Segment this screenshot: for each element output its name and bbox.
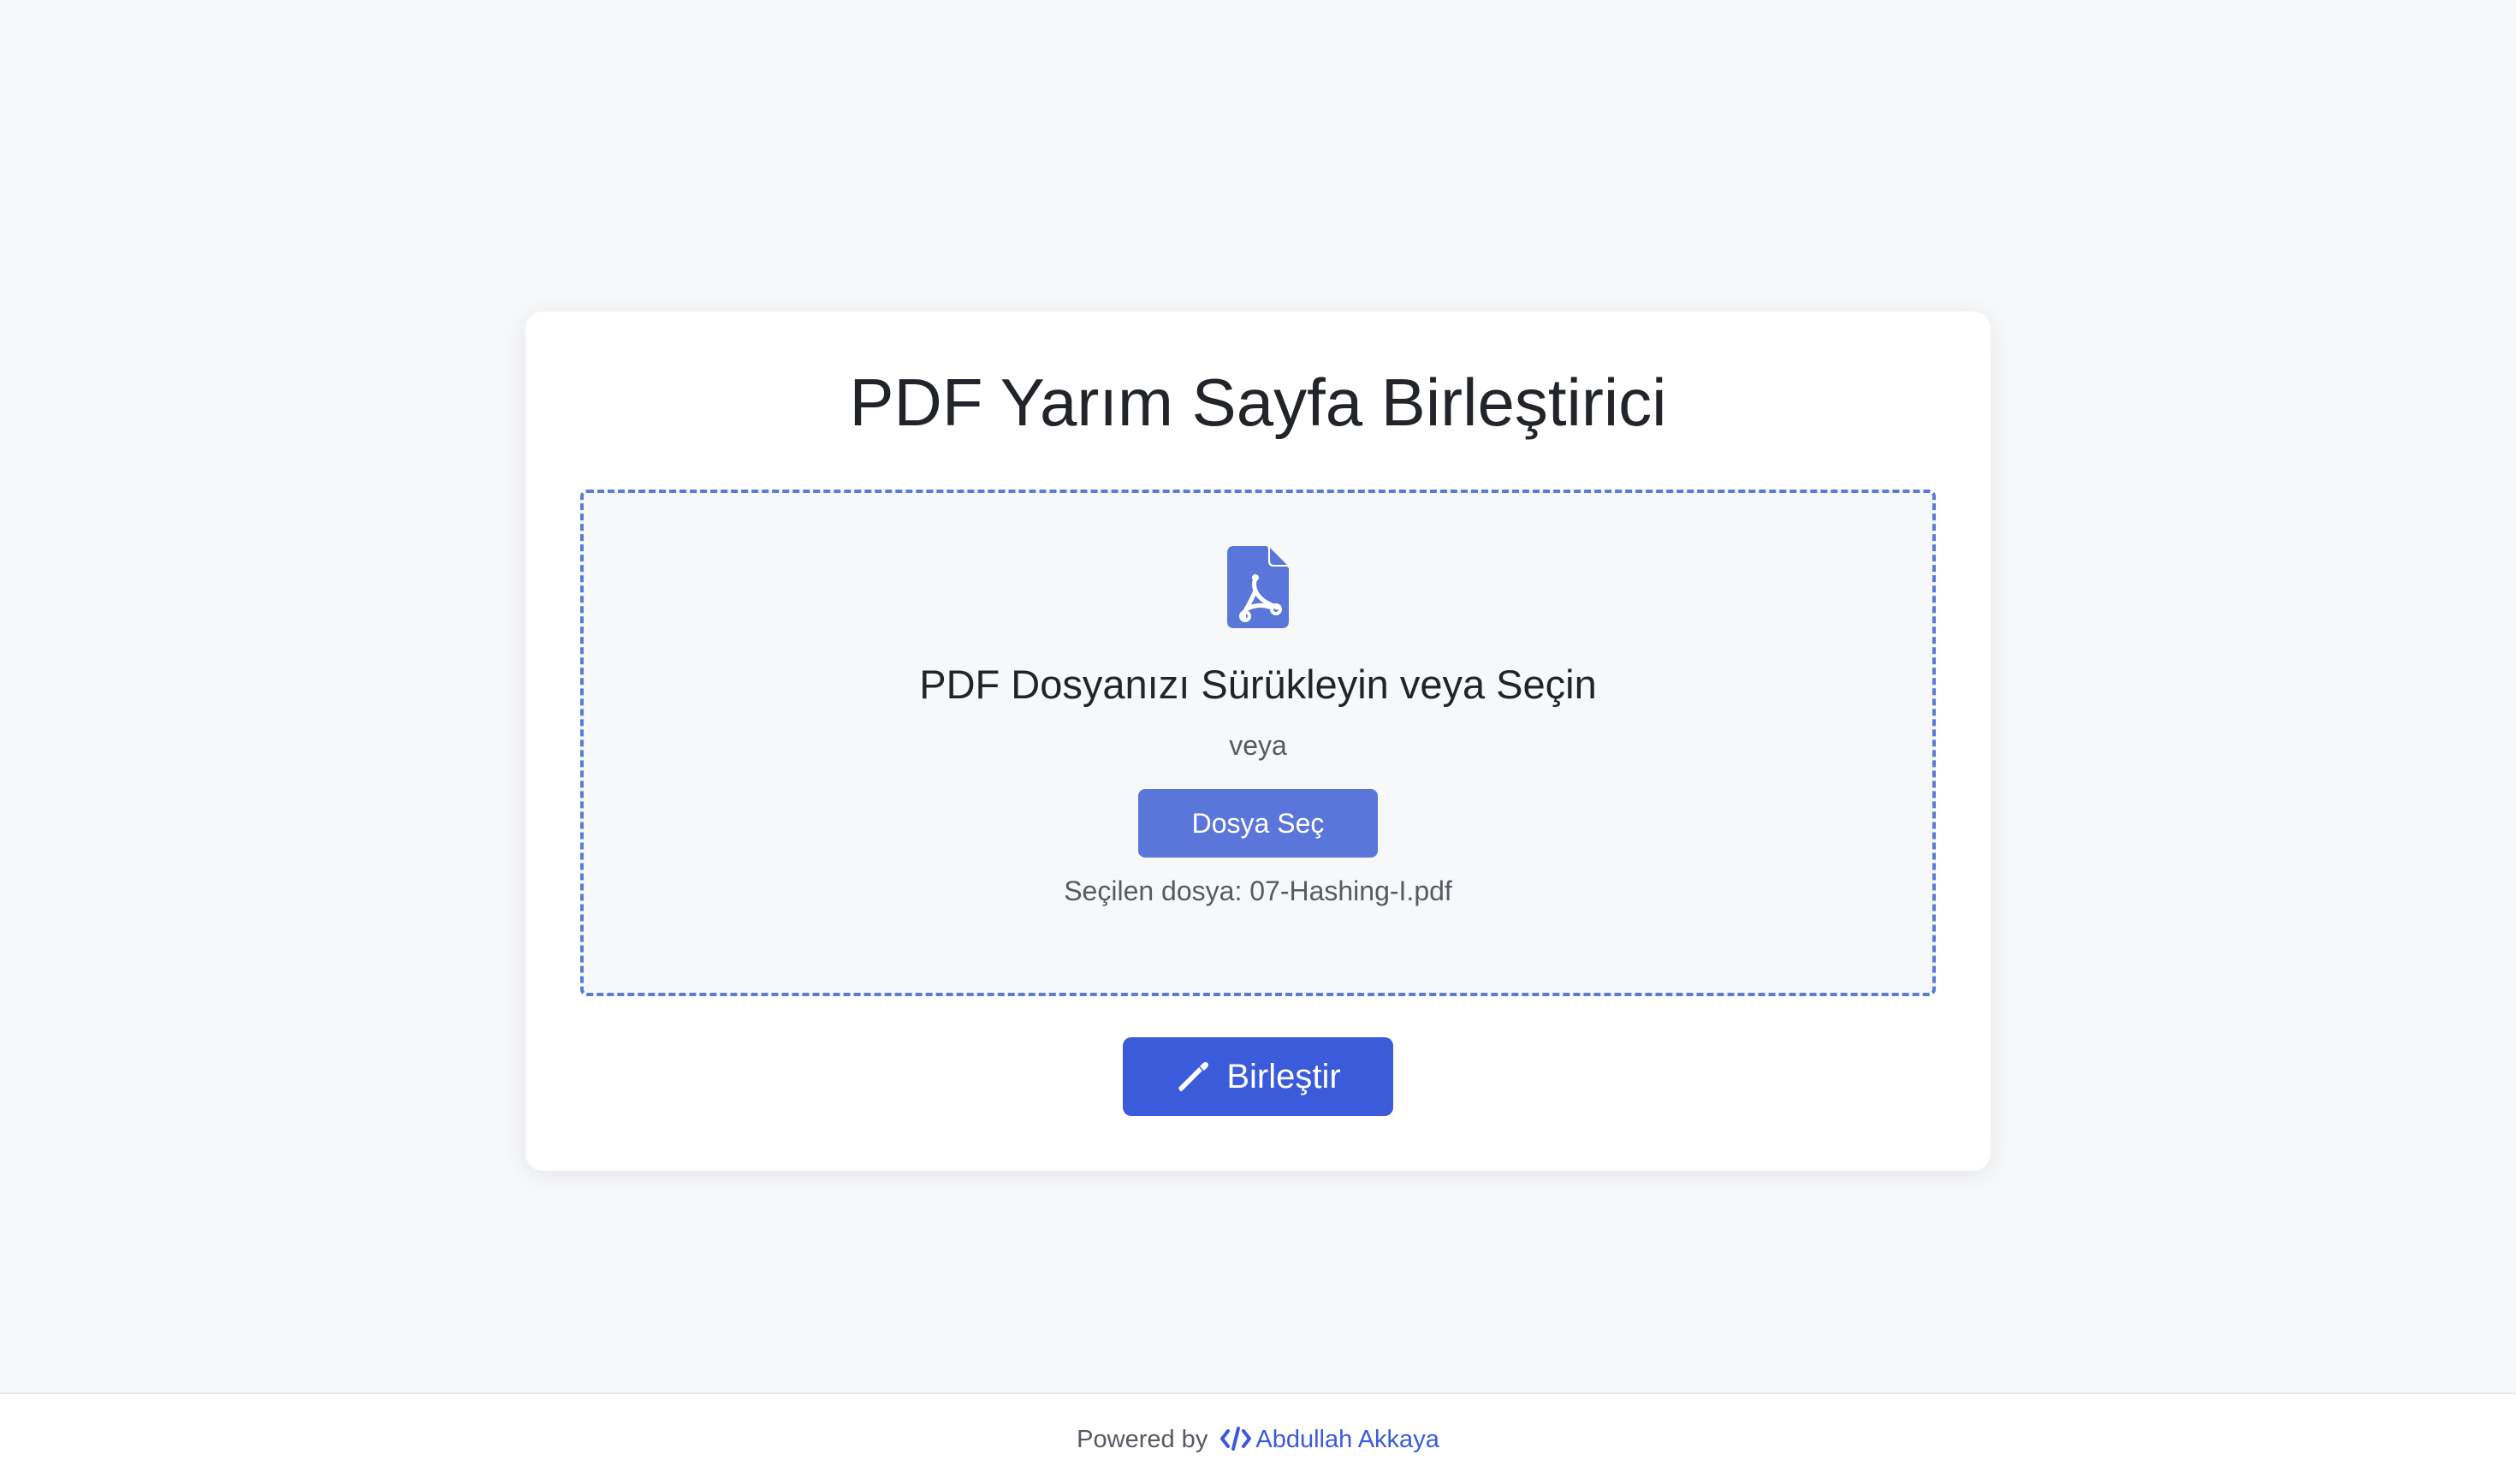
footer-credit: Powered by Abdullah Akkaya [0,1425,2516,1455]
code-icon [1220,1427,1252,1451]
page-title: PDF Yarım Sayfa Birleştirici [849,365,1667,440]
selected-file-text: Seçilen dosya: 07-Hashing-I.pdf [1064,876,1452,906]
powered-by-text: Powered by [1077,1426,1208,1453]
dropzone-title: PDF Dosyanızı Sürükleyin veya Seçin [919,662,1597,707]
merge-button[interactable]: Birleştir [1123,1037,1393,1116]
file-pdf-icon [1227,546,1289,628]
footer: Powered by Abdullah Akkaya [0,1392,2516,1484]
file-dropzone[interactable]: PDF Dosyanızı Sürükleyin veya Seçin veya… [580,490,1936,996]
main-area: PDF Yarım Sayfa Birleştirici PDF Dosyanı… [0,0,2516,1392]
author-name: Abdullah Akkaya [1255,1426,1439,1453]
magic-wand-icon [1178,1062,1209,1091]
choose-file-button[interactable]: Dosya Seç [1138,789,1378,858]
merge-button-label: Birleştir [1226,1057,1341,1095]
converter-card: PDF Yarım Sayfa Birleştirici PDF Dosyanı… [525,312,1991,1171]
author-link[interactable]: Abdullah Akkaya [1214,1426,1439,1453]
or-text: veya [1229,730,1287,761]
